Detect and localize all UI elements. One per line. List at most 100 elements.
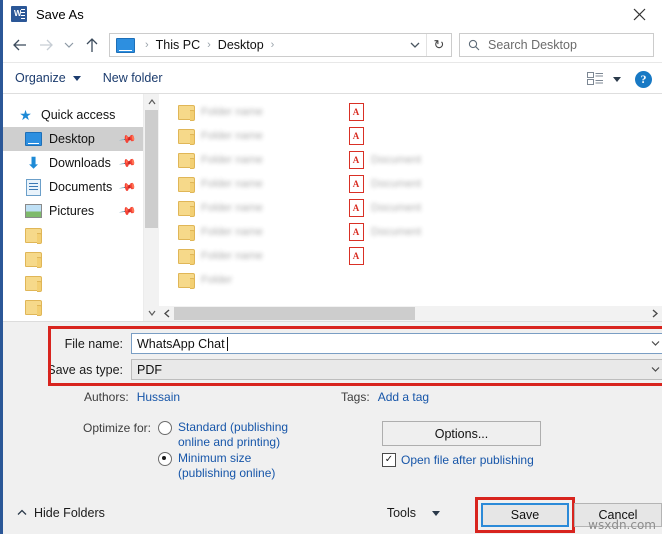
optimize-label-row: Optimize for:	[83, 421, 151, 435]
address-bar[interactable]: › This PC › Desktop › ↻	[109, 33, 452, 57]
list-item[interactable]: ADocument	[347, 220, 517, 244]
sidebar-item-label	[49, 231, 143, 240]
search-box[interactable]: Search Desktop	[459, 33, 654, 57]
organize-button[interactable]: Organize	[15, 71, 81, 85]
view-dropdown-icon[interactable]	[613, 77, 621, 82]
list-item[interactable]: Folder name	[177, 172, 347, 196]
hscrollbar-thumb[interactable]	[174, 307, 415, 320]
breadcrumb-separator: ›	[140, 39, 154, 51]
folder-icon	[177, 247, 195, 265]
item-label: Document	[371, 154, 421, 166]
sidebar-item-folder[interactable]	[3, 247, 143, 271]
list-item[interactable]: ADocument	[347, 196, 517, 220]
file-list-hscrollbar[interactable]	[159, 306, 662, 321]
hscroll-right-button[interactable]	[647, 306, 662, 321]
tags-label: Tags:	[341, 390, 370, 404]
save-button-label: Save	[511, 508, 540, 522]
save-button[interactable]: Save	[481, 503, 569, 527]
file-name-dropdown-button[interactable]	[647, 334, 662, 353]
radio-standard-indicator[interactable]	[158, 421, 172, 435]
tools-button[interactable]: Tools	[387, 506, 440, 520]
sidebar-item-documents[interactable]: Documents 📌	[3, 175, 143, 199]
scrollbar-track[interactable]	[144, 110, 159, 305]
forward-arrow-icon	[38, 38, 54, 52]
scroll-down-button[interactable]	[144, 305, 159, 321]
folder-icon	[177, 175, 195, 193]
list-item[interactable]: Folder name	[177, 196, 347, 220]
item-label: Folder	[201, 274, 232, 286]
chevron-down-icon	[148, 310, 156, 316]
breadcrumb-this-pc[interactable]: This PC	[154, 38, 202, 52]
list-item[interactable]: Folder name	[177, 244, 347, 268]
add-a-tag-link[interactable]: Add a tag	[378, 390, 429, 404]
breadcrumb-desktop[interactable]: Desktop	[216, 38, 266, 52]
sidebar-item-desktop[interactable]: Desktop 📌	[3, 127, 143, 151]
save-as-type-combobox[interactable]: PDF	[131, 359, 662, 380]
radio-standard-label: Standard (publishing online and printing…	[178, 420, 288, 450]
help-icon[interactable]: ?	[635, 71, 652, 88]
file-name-row: File name: WhatsApp Chat	[45, 333, 662, 354]
file-name-input[interactable]: WhatsApp Chat	[131, 333, 662, 354]
list-item[interactable]: Folder	[177, 268, 347, 292]
options-button[interactable]: Options...	[382, 421, 541, 446]
documents-icon	[25, 179, 42, 196]
sidebar-item-downloads[interactable]: ⬇ Downloads 📌	[3, 151, 143, 175]
radio-minimum-size-label: Minimum size (publishing online)	[178, 451, 275, 481]
address-dropdown-button[interactable]	[404, 34, 426, 56]
radio-minimum-size-indicator[interactable]	[158, 452, 172, 466]
folder-icon	[177, 271, 195, 289]
forward-button[interactable]	[33, 32, 59, 58]
open-after-publishing-row[interactable]: ✓ Open file after publishing	[382, 453, 534, 467]
chevron-up-icon	[148, 99, 156, 105]
scroll-up-button[interactable]	[144, 94, 159, 110]
scrollbar-thumb[interactable]	[145, 110, 158, 228]
list-item[interactable]: ADocument	[347, 172, 517, 196]
radio-standard[interactable]: Standard (publishing online and printing…	[158, 420, 288, 450]
up-button[interactable]	[79, 32, 105, 58]
close-button[interactable]	[616, 0, 662, 28]
sidebar-item-label	[49, 303, 143, 312]
optimize-for-label: Optimize for:	[83, 421, 151, 435]
options-button-label: Options...	[435, 427, 489, 441]
command-bar: Organize New folder ?	[3, 62, 662, 94]
sidebar-item-pictures[interactable]: Pictures 📌	[3, 199, 143, 223]
list-item[interactable]: Folder name	[177, 220, 347, 244]
radio-minimum-size[interactable]: Minimum size (publishing online)	[158, 451, 275, 481]
item-label: Folder name	[201, 178, 263, 190]
sidebar-item-label: Pictures	[49, 204, 94, 218]
file-list[interactable]: Folder name Folder name Folder name Fold…	[159, 94, 662, 321]
item-label: Folder name	[201, 202, 263, 214]
new-folder-button[interactable]: New folder	[103, 71, 163, 85]
chevron-down-icon	[651, 340, 660, 347]
title-bar: W Save As	[3, 0, 662, 28]
authors-value[interactable]: Hussain	[137, 390, 180, 404]
hscroll-left-button[interactable]	[159, 306, 174, 321]
save-as-type-row: Save as type: PDF	[45, 359, 662, 380]
list-item[interactable]: A	[347, 100, 517, 124]
recent-locations-button[interactable]	[59, 32, 79, 58]
sidebar-item-quick-access[interactable]: ★ Quick access	[3, 103, 143, 127]
navigation-pane-scrollbar[interactable]	[143, 94, 159, 321]
word-icon: W	[11, 6, 27, 22]
back-button[interactable]	[7, 32, 33, 58]
sidebar-item-folder[interactable]	[3, 295, 143, 319]
sidebar-item-folder[interactable]	[3, 223, 143, 247]
sidebar-item-folder[interactable]	[3, 271, 143, 295]
list-item[interactable]: Folder name	[177, 124, 347, 148]
list-item[interactable]: A	[347, 244, 517, 268]
save-as-type-dropdown-button[interactable]	[647, 360, 662, 379]
hide-folders-button[interactable]: Hide Folders	[17, 506, 105, 520]
view-layout-icon[interactable]	[587, 72, 604, 86]
open-after-publishing-checkbox[interactable]: ✓	[382, 453, 396, 467]
list-item[interactable]: Folder name	[177, 100, 347, 124]
chevron-down-icon	[73, 76, 81, 81]
hscrollbar-track[interactable]	[174, 306, 647, 321]
refresh-button[interactable]: ↻	[426, 34, 451, 56]
list-item[interactable]: A	[347, 124, 517, 148]
up-arrow-icon	[85, 38, 99, 53]
command-bar-right: ?	[587, 63, 652, 95]
list-item[interactable]: Folder name	[177, 148, 347, 172]
tags-row: Tags: Add a tag	[341, 390, 429, 404]
window-title: Save As	[36, 7, 84, 22]
list-item[interactable]: ADocument	[347, 148, 517, 172]
